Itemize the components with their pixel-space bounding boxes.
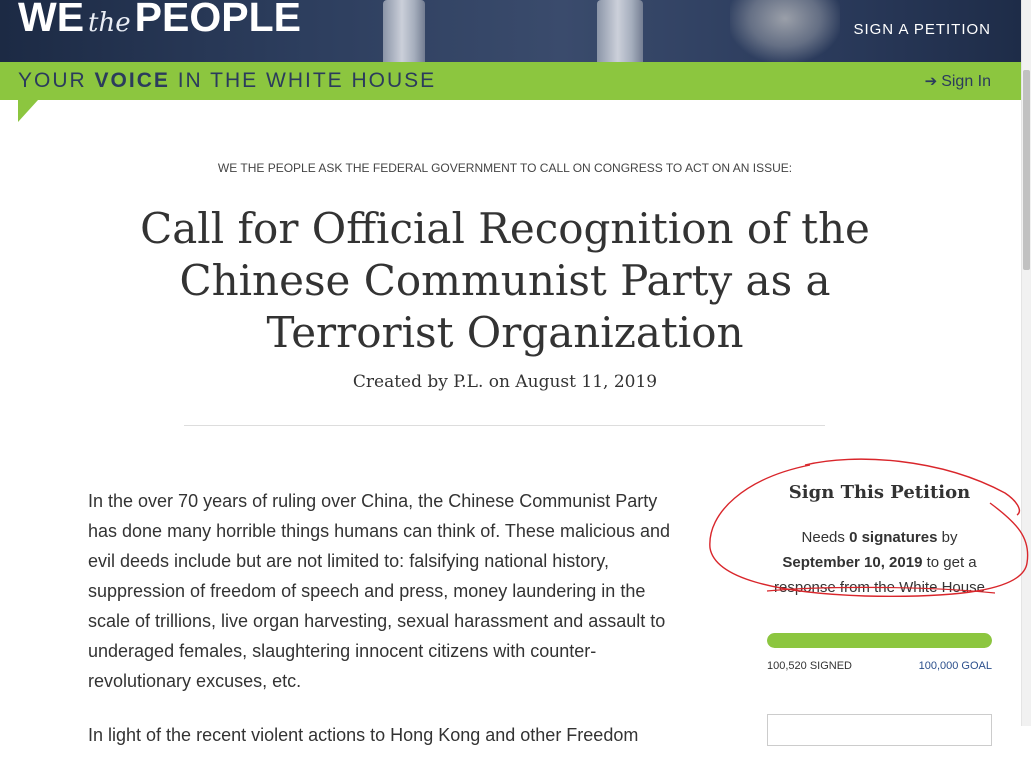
tagline-voice: VOICE [94, 69, 170, 92]
tagline-bar: YOUR VOICE IN THE WHITE HOUSE ➔ Sign In [0, 62, 1022, 100]
petition-body: In the over 70 years of ruling over Chin… [88, 486, 688, 774]
petition-preamble: WE THE PEOPLE ASK THE FEDERAL GOVERNMENT… [217, 161, 793, 175]
petition-created-by: Created by P.L. on August 11, 2019 [0, 372, 1010, 392]
column-image [597, 0, 643, 62]
needs-count: 0 signatures [849, 529, 938, 546]
body-paragraph: In light of the recent violent actions t… [88, 725, 639, 745]
logo-people: PEOPLE [134, 0, 301, 40]
header-banner: WE thePEOPLE SIGN A PETITION [0, 0, 1022, 62]
created-prefix: Created by [352, 372, 454, 392]
divider [184, 425, 825, 426]
scrollbar[interactable] [1021, 0, 1031, 726]
tagline-part: YOUR [18, 69, 95, 92]
logo-the: the [88, 8, 131, 38]
scrollbar-thumb[interactable] [1023, 70, 1030, 270]
sign-heading: Sign This Petition [788, 482, 971, 503]
signature-stats: 100,520 SIGNED 100,000 GOAL [767, 660, 992, 672]
sign-in-label: Sign In [941, 73, 991, 90]
site-logo[interactable]: WE thePEOPLE [18, 0, 301, 41]
created-on: on [483, 372, 516, 392]
progress-fill [767, 633, 992, 648]
deadline-date: September 10, 2019 [782, 554, 923, 571]
tagline-part: IN THE WHITE HOUSE [169, 69, 437, 92]
sign-in-icon: ➔ [924, 73, 938, 90]
created-date: August 11, 2019 [515, 372, 658, 392]
tagline: YOUR VOICE IN THE WHITE HOUSE [18, 69, 436, 93]
name-input[interactable] [767, 714, 992, 746]
signatures-needed: Needs 0 signatures by September 10, 2019… [762, 525, 997, 600]
needs-text: Needs [801, 529, 850, 546]
sign-a-petition-link[interactable]: SIGN A PETITION [853, 21, 991, 38]
signature-progress-bar [767, 633, 992, 648]
sign-panel: Sign This Petition Needs 0 signatures by… [762, 482, 997, 600]
author-name: P.L. [453, 372, 484, 392]
signed-count: 100,520 SIGNED [767, 660, 852, 672]
petition-title: Call for Official Recognition of the Chi… [140, 204, 870, 357]
statue-image [730, 0, 840, 62]
sign-in-link[interactable]: ➔ Sign In [925, 72, 991, 91]
needs-text: by [937, 529, 958, 546]
body-paragraph: In the over 70 years of ruling over Chin… [88, 491, 671, 691]
tagline-notch [18, 100, 38, 122]
goal-count: 100,000 GOAL [918, 660, 992, 672]
column-image [383, 0, 425, 62]
logo-we: WE [18, 0, 85, 40]
